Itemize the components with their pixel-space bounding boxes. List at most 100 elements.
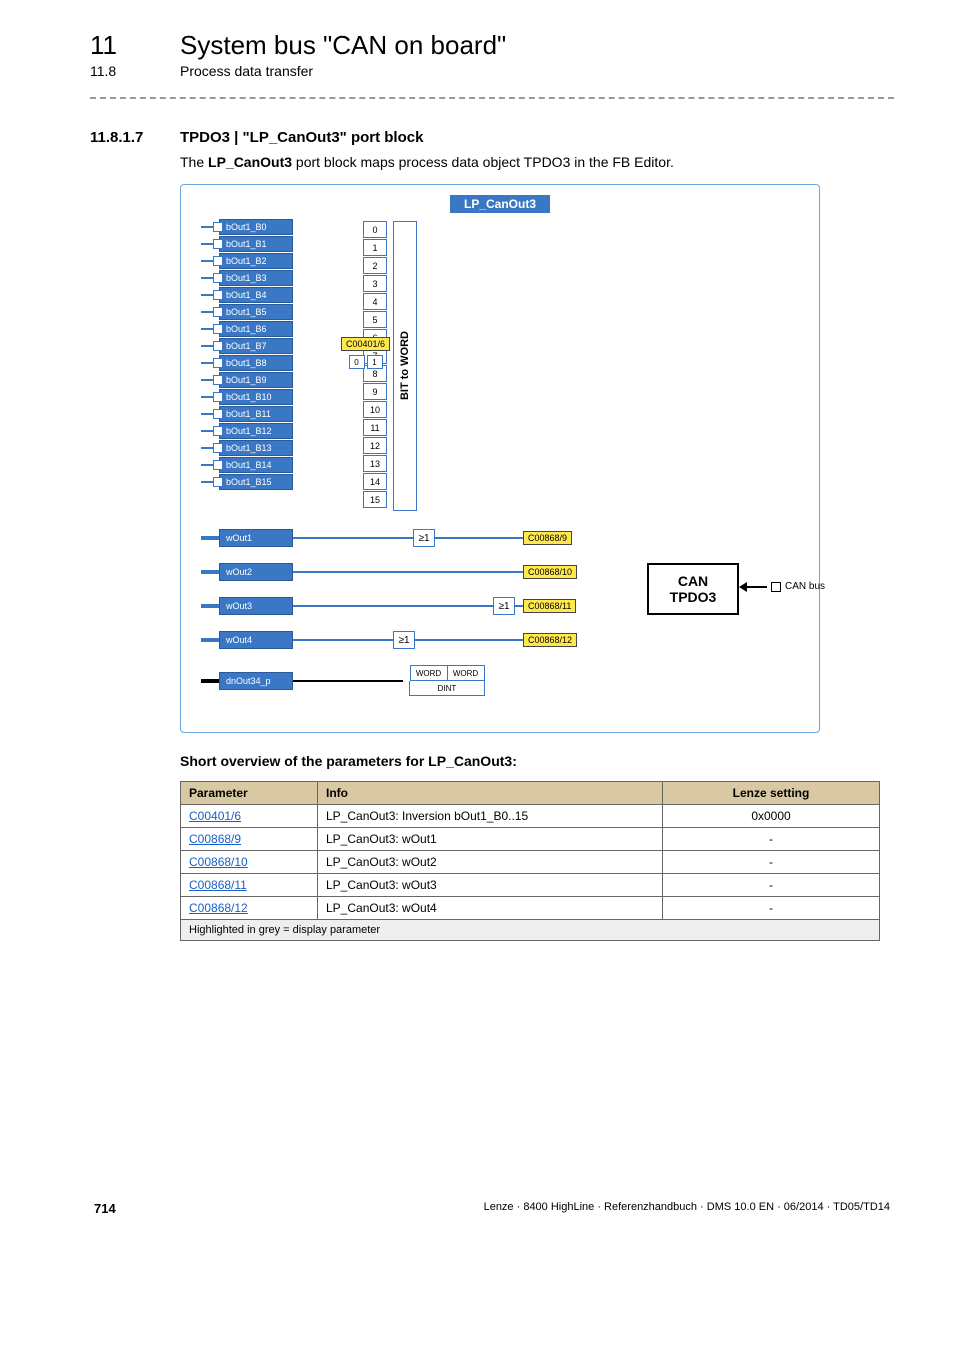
bit-port: bOut1_B4: [201, 287, 293, 303]
intro-bold: LP_CanOut3: [208, 154, 292, 170]
info-cell: LP_CanOut3: wOut2: [318, 851, 663, 874]
word-row: wOut1 ≥1 C00868/9: [201, 529, 799, 547]
bit-index-box: 4: [363, 293, 387, 310]
bit-index-box: 2: [363, 257, 387, 274]
info-cell: LP_CanOut3: Inversion bOut1_B0..15: [318, 805, 663, 828]
bit-port: bOut1_B6: [201, 321, 293, 337]
diagram-title: LP_CanOut3: [450, 195, 550, 213]
code-tag: C00868/9: [523, 531, 572, 545]
bit-port-label: bOut1_B0: [219, 219, 293, 235]
bit-port-label: bOut1_B12: [219, 423, 293, 439]
setting-cell: -: [663, 851, 880, 874]
subsection-title: TPDO3 | "LP_CanOut3" port block: [180, 129, 423, 146]
parameter-link[interactable]: C00868/10: [189, 855, 248, 869]
inversion-bit-0: 0: [349, 355, 365, 369]
ge1-box: ≥1: [413, 529, 435, 547]
can-box-line2: TPDO3: [653, 589, 733, 605]
bit-port: bOut1_B0: [201, 219, 293, 235]
bit-port: bOut1_B10: [201, 389, 293, 405]
word-box-2: WORD: [448, 665, 485, 681]
bit-index-box: 14: [363, 473, 387, 490]
table-row: C00868/12 LP_CanOut3: wOut4-: [181, 897, 880, 920]
bit-port-label: bOut1_B7: [219, 338, 293, 354]
can-tpdo3-box: CAN TPDO3: [647, 563, 739, 615]
bit-index-box: 5: [363, 311, 387, 328]
table-row: C00401/6 LP_CanOut3: Inversion bOut1_B0..…: [181, 805, 880, 828]
inversion-tag: C00401/6: [341, 337, 390, 351]
parameter-link[interactable]: C00868/11: [189, 878, 247, 892]
page-number: 714: [94, 1201, 116, 1216]
section-title-top: Process data transfer: [180, 63, 313, 79]
intro-pre: The: [180, 154, 208, 170]
bit-port: bOut1_B9: [201, 372, 293, 388]
divider: [90, 97, 894, 99]
bit-port-label: bOut1_B1: [219, 236, 293, 252]
bit-port: bOut1_B15: [201, 474, 293, 490]
dint-box: WORDWORDDINT: [409, 665, 485, 696]
bit-index-box: 1: [363, 239, 387, 256]
bit-to-word-label: BIT to WORD: [399, 331, 411, 400]
code-tag: C00868/11: [523, 599, 576, 613]
setting-cell: -: [663, 897, 880, 920]
inversion-bit-1: 1: [367, 355, 383, 369]
chapter-title: System bus "CAN on board": [180, 30, 506, 61]
word-port-label: wOut3: [219, 597, 293, 615]
parameter-link[interactable]: C00401/6: [189, 809, 241, 823]
bit-port: bOut1_B5: [201, 304, 293, 320]
inversion-callout: C00401/6 0 1: [341, 337, 390, 369]
setting-cell: -: [663, 874, 880, 897]
setting-cell: 0x0000: [663, 805, 880, 828]
bit-port-label: bOut1_B8: [219, 355, 293, 371]
dint-row: dnOut34_p WORDWORDDINT: [201, 665, 799, 696]
bit-to-word-box: BIT to WORD: [393, 221, 417, 511]
bit-index-box: 0: [363, 221, 387, 238]
parameter-link[interactable]: C00868/12: [189, 901, 248, 915]
bit-index-box: 13: [363, 455, 387, 472]
bit-index-box: 11: [363, 419, 387, 436]
info-cell: LP_CanOut3: wOut4: [318, 897, 663, 920]
table-footnote: Highlighted in grey = display parameter: [181, 920, 880, 941]
bit-index-box: 3: [363, 275, 387, 292]
bit-port-label: bOut1_B9: [219, 372, 293, 388]
bit-port-label: bOut1_B15: [219, 474, 293, 490]
bit-port: bOut1_B8: [201, 355, 293, 371]
parameter-table: Parameter Info Lenze setting C00401/6LP_…: [180, 781, 880, 941]
bit-index-box: 9: [363, 383, 387, 400]
ge1-box: ≥1: [393, 631, 415, 649]
dint-port-label: dnOut34_p: [219, 672, 293, 690]
dint-label-box: DINT: [409, 681, 485, 696]
table-footnote-row: Highlighted in grey = display parameter: [181, 920, 880, 941]
bit-port: bOut1_B7: [201, 338, 293, 354]
bit-port-label: bOut1_B6: [219, 321, 293, 337]
bit-index-box: 12: [363, 437, 387, 454]
th-parameter: Parameter: [181, 782, 318, 805]
table-row: C00868/10 LP_CanOut3: wOut2-: [181, 851, 880, 874]
info-cell: LP_CanOut3: wOut3: [318, 874, 663, 897]
bit-index-box: 15: [363, 491, 387, 508]
bit-port-label: bOut1_B2: [219, 253, 293, 269]
bit-port: bOut1_B13: [201, 440, 293, 456]
bit-port-label: bOut1_B10: [219, 389, 293, 405]
bit-port-list: bOut1_B0bOut1_B1bOut1_B2bOut1_B3bOut1_B4…: [201, 219, 293, 511]
code-tag: C00868/12: [523, 633, 577, 647]
bit-port: bOut1_B3: [201, 270, 293, 286]
word-row: wOut4 ≥1 C00868/12: [201, 631, 799, 649]
bit-port: bOut1_B2: [201, 253, 293, 269]
can-bus-output: CAN bus: [745, 581, 825, 592]
bit-index-box: 10: [363, 401, 387, 418]
section-number-top: 11.8: [90, 63, 180, 79]
intro-post: port block maps process data object TPDO…: [292, 154, 674, 170]
bit-port: bOut1_B12: [201, 423, 293, 439]
parameter-link[interactable]: C00868/9: [189, 832, 241, 846]
code-tag: C00868/10: [523, 565, 577, 579]
intro-text: The LP_CanOut3 port block maps process d…: [180, 154, 894, 170]
page-footer: 714 Lenze · 8400 HighLine · Referenzhand…: [90, 1201, 894, 1216]
setting-cell: -: [663, 828, 880, 851]
bit-port: bOut1_B11: [201, 406, 293, 422]
word-port-label: wOut1: [219, 529, 293, 547]
can-bus-label: CAN bus: [785, 581, 825, 592]
bit-port: bOut1_B14: [201, 457, 293, 473]
bit-port-label: bOut1_B14: [219, 457, 293, 473]
word-port-label: wOut2: [219, 563, 293, 581]
word-port-label: wOut4: [219, 631, 293, 649]
